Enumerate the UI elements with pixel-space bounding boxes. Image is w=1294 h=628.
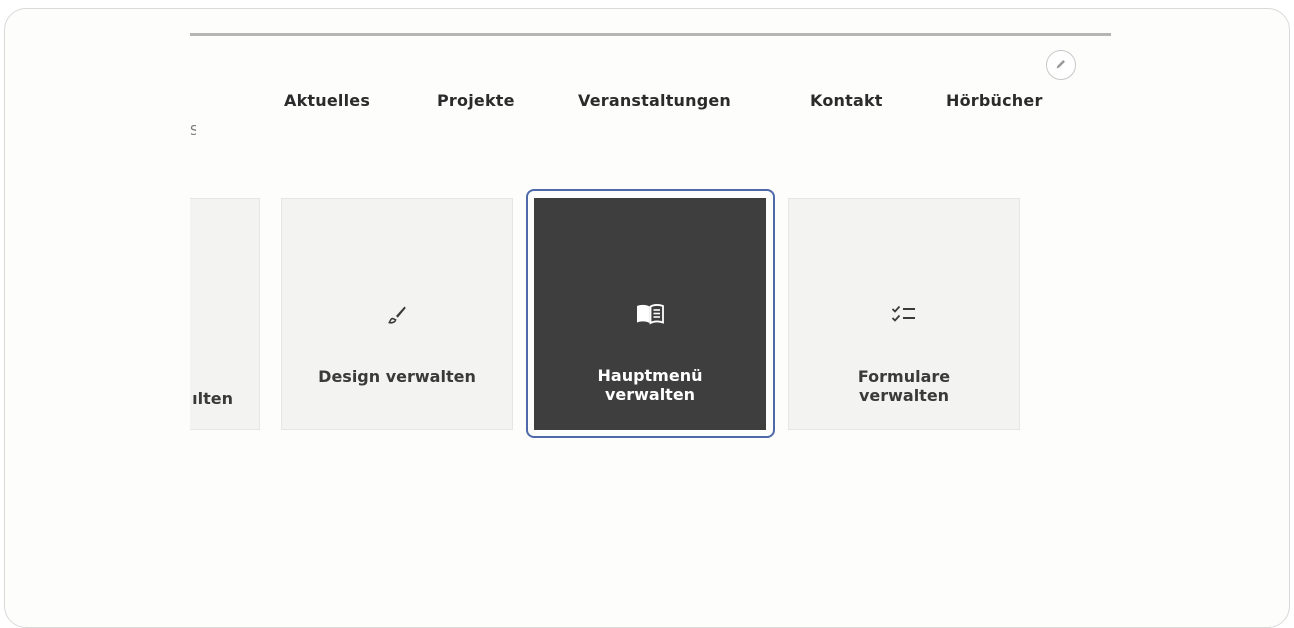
- edit-button[interactable]: [1046, 50, 1076, 80]
- tile-formulare-label-line2: verwalten: [858, 386, 950, 405]
- open-book-icon: [534, 302, 766, 326]
- checklist-icon: [789, 303, 1019, 327]
- tile-hauptmenue-label-line1: Hauptmenü: [597, 366, 703, 385]
- nav-item-projekte[interactable]: Projekte: [437, 91, 515, 110]
- nav-item-hoerbuecher[interactable]: Hörbücher: [946, 91, 1043, 110]
- tile-partial-label: ılten: [192, 389, 233, 408]
- tile-hauptmenue-verwalten[interactable]: Hauptmenü verwalten: [534, 198, 766, 430]
- nav-item-aktuelles[interactable]: Aktuelles: [284, 91, 370, 110]
- nav-item-cut-fragment: S: [190, 124, 196, 139]
- header-divider: [190, 33, 1111, 36]
- nav-item-veranstaltungen[interactable]: Veranstaltungen: [578, 91, 731, 110]
- nav-item-kontakt[interactable]: Kontakt: [810, 91, 883, 110]
- paintbrush-icon: [282, 303, 512, 327]
- main-navigation: Aktuelles Projekte Veranstaltungen Konta…: [0, 91, 1294, 115]
- tile-formulare-label: Formulare verwalten: [797, 367, 1011, 405]
- tile-formulare-label-line1: Formulare: [857, 367, 951, 386]
- tile-partial[interactable]: ılten: [190, 198, 260, 430]
- tile-design-label: Design verwalten: [318, 367, 476, 386]
- pencil-icon: [1054, 56, 1068, 75]
- tile-hauptmenue-label: Hauptmenü verwalten: [542, 366, 758, 404]
- tile-hauptmenue-label-line2: verwalten: [604, 385, 696, 404]
- tile-formulare-verwalten[interactable]: Formulare verwalten: [788, 198, 1020, 430]
- tile-design-verwalten[interactable]: Design verwalten: [281, 198, 513, 430]
